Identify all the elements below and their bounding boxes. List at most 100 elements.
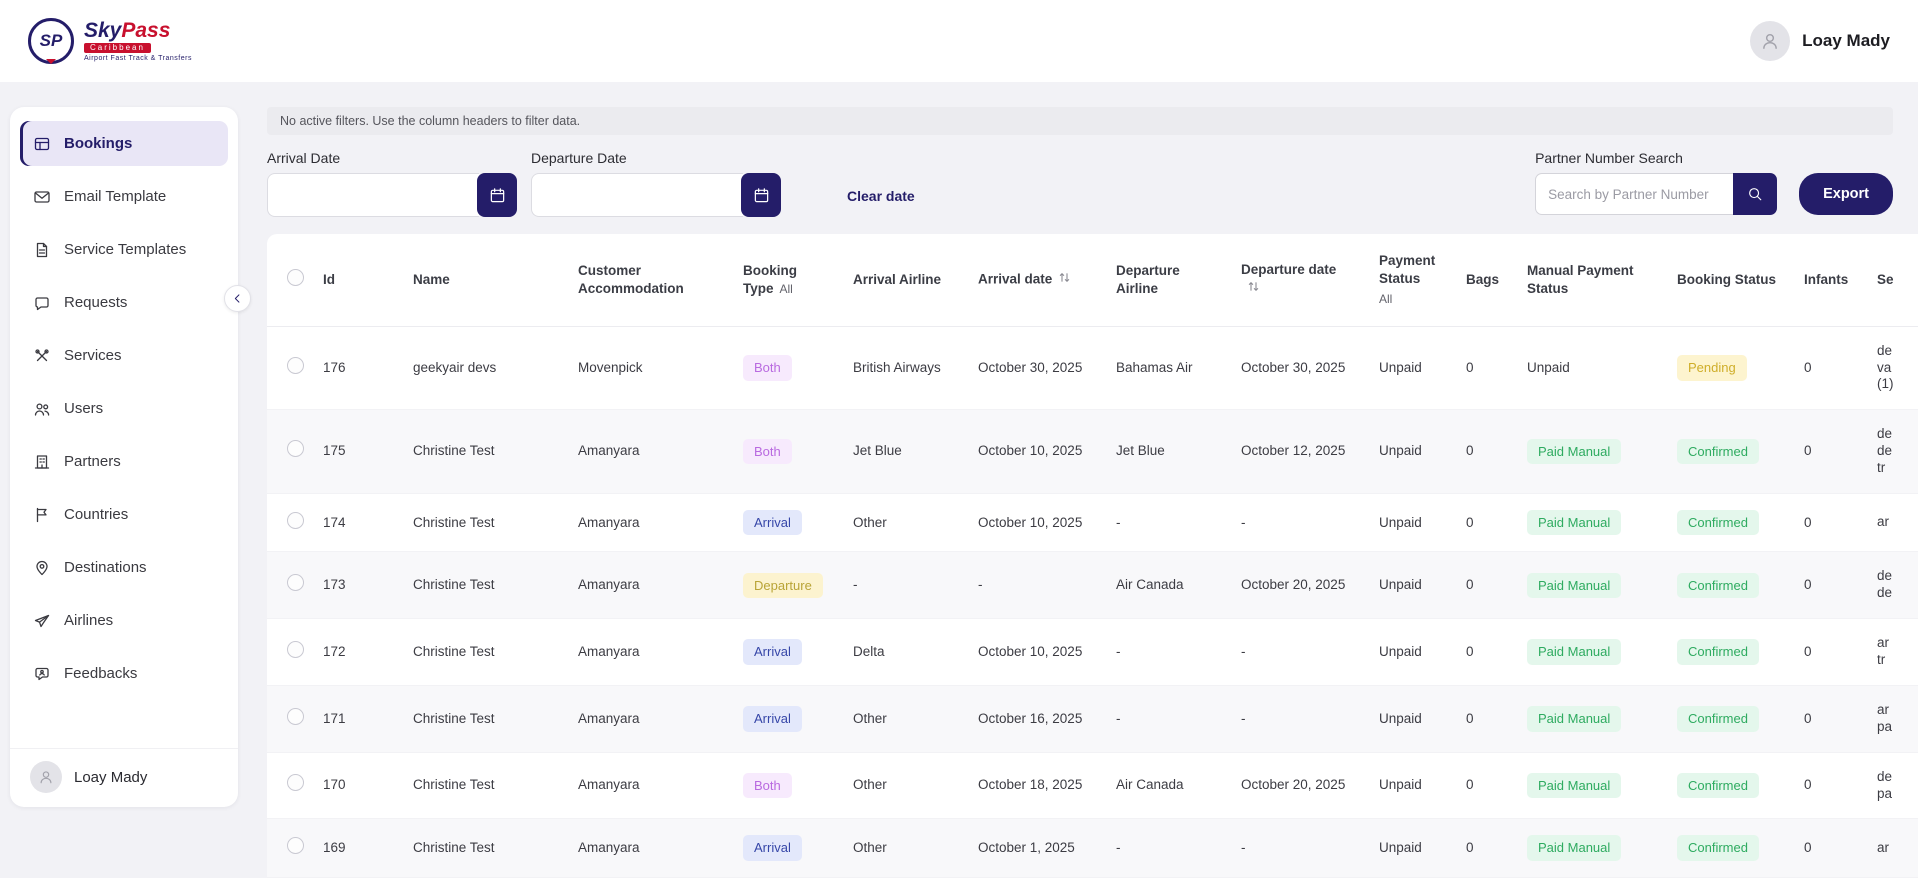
column-header-booking_type[interactable]: Booking TypeAll xyxy=(731,234,841,326)
row-checkbox[interactable] xyxy=(287,837,304,854)
export-button[interactable]: Export xyxy=(1799,173,1893,215)
sidebar-item-users[interactable]: Users xyxy=(20,386,228,431)
cell-departure_airline: - xyxy=(1104,685,1229,752)
column-header-id[interactable]: Id xyxy=(311,234,401,326)
cell-id: 171 xyxy=(311,685,401,752)
column-header-departure_airline[interactable]: Departure Airline xyxy=(1104,234,1229,326)
cell-name: Christine Test xyxy=(401,685,566,752)
cell-accommodation: Amanyara xyxy=(566,619,731,686)
column-header-payment_status[interactable]: Payment Status All xyxy=(1367,234,1454,326)
column-header-departure_date[interactable]: Departure date xyxy=(1229,234,1367,326)
cell-manual_payment_status: Paid Manual xyxy=(1515,552,1665,619)
column-header-arrival_date[interactable]: Arrival date xyxy=(966,234,1104,326)
cell-bags: 0 xyxy=(1454,552,1515,619)
cell-id: 175 xyxy=(311,410,401,494)
row-checkbox[interactable] xyxy=(287,357,304,374)
column-header-services[interactable]: Se xyxy=(1865,234,1918,326)
manual-payment-status-badge: Paid Manual xyxy=(1527,439,1621,465)
cell-id: 176 xyxy=(311,326,401,410)
topbar-user-menu[interactable]: Loay Mady xyxy=(1750,21,1890,61)
bookings-icon xyxy=(33,135,51,153)
booking-status-badge: Confirmed xyxy=(1677,835,1759,861)
cell-departure_airline: - xyxy=(1116,711,1121,726)
departure-date-input[interactable] xyxy=(531,173,743,217)
booking-row-175[interactable]: 175Christine TestAmanyaraBothJet BlueOct… xyxy=(267,410,1918,494)
cell-name: Christine Test xyxy=(413,777,495,792)
arrival-date-label: Arrival Date xyxy=(267,150,517,166)
cell-arrival_airline: Delta xyxy=(853,644,885,659)
sidebar-item-partners[interactable]: Partners xyxy=(20,439,228,484)
booking-row-176[interactable]: 176geekyair devsMovenpickBothBritish Air… xyxy=(267,326,1918,410)
booking-row-173[interactable]: 173Christine TestAmanyaraDeparture--Air … xyxy=(267,552,1918,619)
cell-booking_type: Both xyxy=(731,410,841,494)
partner-search-input[interactable] xyxy=(1535,173,1733,215)
sidebar-user-name: Loay Mady xyxy=(74,769,147,786)
cell-arrival_airline: British Airways xyxy=(841,326,966,410)
skypass-logo-icon: SP xyxy=(28,18,74,64)
cell-name: Christine Test xyxy=(413,644,495,659)
cell-id: 176 xyxy=(323,360,346,375)
cell-id: 174 xyxy=(323,515,346,530)
row-checkbox[interactable] xyxy=(287,774,304,791)
clear-date-link[interactable]: Clear date xyxy=(847,188,915,204)
cell-id: 170 xyxy=(323,777,346,792)
sidebar-collapse-button[interactable] xyxy=(224,285,251,312)
cell-manual_payment_status: Unpaid xyxy=(1515,326,1665,410)
sidebar-item-label: Service Templates xyxy=(64,241,186,258)
column-header-arrival_airline[interactable]: Arrival Airline xyxy=(841,234,966,326)
sidebar-item-requests[interactable]: Requests xyxy=(20,280,228,325)
partner-search-button[interactable] xyxy=(1733,173,1777,215)
column-header-booking_status[interactable]: Booking Status xyxy=(1665,234,1792,326)
filter-all-dropdown[interactable]: All xyxy=(1379,291,1442,307)
arrival-date-input[interactable] xyxy=(267,173,479,217)
sidebar-item-services[interactable]: Services xyxy=(20,333,228,378)
cell-arrival_date: October 10, 2025 xyxy=(978,515,1082,530)
sidebar-footer-user[interactable]: Loay Mady xyxy=(10,748,238,793)
booking-status-badge: Pending xyxy=(1677,355,1747,381)
column-header-bags[interactable]: Bags xyxy=(1454,234,1515,326)
sidebar-item-airlines[interactable]: Airlines xyxy=(20,598,228,643)
sidebar-item-email-template[interactable]: Email Template xyxy=(20,174,228,219)
cell-arrival_airline: British Airways xyxy=(853,360,941,375)
cell-payment_status: Unpaid xyxy=(1379,443,1422,458)
column-header-select[interactable] xyxy=(267,234,311,326)
column-header-name[interactable]: Name xyxy=(401,234,566,326)
column-label: Id xyxy=(323,272,335,287)
column-label: Payment Status xyxy=(1379,253,1435,286)
cell-bags: 0 xyxy=(1454,685,1515,752)
sidebar-item-countries[interactable]: Countries xyxy=(20,492,228,537)
skypass-logo[interactable]: SP SkyPass Caribbean Airport Fast Track … xyxy=(28,18,192,64)
sidebar-item-bookings[interactable]: Bookings xyxy=(20,121,228,166)
booking-row-171[interactable]: 171Christine TestAmanyaraArrivalOtherOct… xyxy=(267,685,1918,752)
row-checkbox[interactable] xyxy=(287,708,304,725)
services-text: de xyxy=(1877,426,1918,443)
column-header-manual_payment_status[interactable]: Manual Payment Status xyxy=(1515,234,1665,326)
column-header-infants[interactable]: Infants xyxy=(1792,234,1865,326)
row-checkbox[interactable] xyxy=(287,512,304,529)
cell-bags: 0 xyxy=(1466,515,1474,530)
booking-row-172[interactable]: 172Christine TestAmanyaraArrivalDeltaOct… xyxy=(267,619,1918,686)
cell-departure_airline: Jet Blue xyxy=(1104,410,1229,494)
column-header-accommodation[interactable]: Customer Accommodation xyxy=(566,234,731,326)
services-text: de xyxy=(1877,585,1918,602)
filter-all-dropdown[interactable]: All xyxy=(780,282,793,296)
cell-booking_status: Confirmed xyxy=(1665,493,1792,552)
sidebar-item-feedbacks[interactable]: Feedbacks xyxy=(20,651,228,696)
booking-row-169[interactable]: 169Christine TestAmanyaraArrivalOtherOct… xyxy=(267,819,1918,878)
row-checkbox[interactable] xyxy=(287,574,304,591)
booking-row-174[interactable]: 174Christine TestAmanyaraArrivalOtherOct… xyxy=(267,493,1918,552)
arrival-date-calendar-button[interactable] xyxy=(477,173,517,217)
booking-row-170[interactable]: 170Christine TestAmanyaraBothOtherOctobe… xyxy=(267,752,1918,819)
sidebar-item-service-templates[interactable]: Service Templates xyxy=(20,227,228,272)
select-all-checkbox[interactable] xyxy=(287,269,304,286)
cell-name: Christine Test xyxy=(413,840,495,855)
row-checkbox[interactable] xyxy=(287,440,304,457)
booking-status-badge: Confirmed xyxy=(1677,773,1759,799)
cell-select xyxy=(267,819,311,878)
departure-date-calendar-button[interactable] xyxy=(741,173,781,217)
cell-name: Christine Test xyxy=(413,515,495,530)
booking-status-badge: Confirmed xyxy=(1677,573,1759,599)
column-label: Departure date xyxy=(1241,262,1336,277)
row-checkbox[interactable] xyxy=(287,641,304,658)
sidebar-item-destinations[interactable]: Destinations xyxy=(20,545,228,590)
